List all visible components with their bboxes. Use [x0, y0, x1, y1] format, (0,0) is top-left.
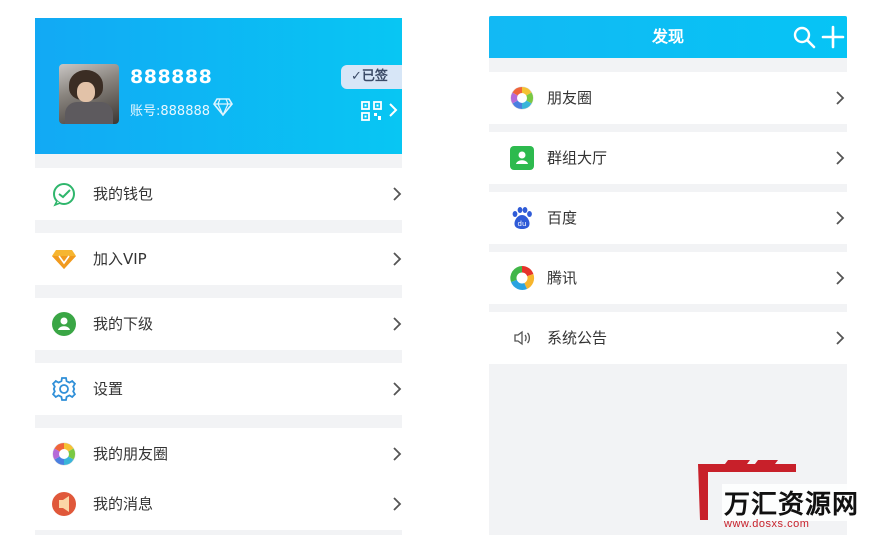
profile-header[interactable]: 888888 账号:888888 ✓已签: [35, 18, 402, 154]
menu-item-label: 加入VIP: [93, 250, 147, 268]
menu-item-label: 我的消息: [93, 495, 154, 513]
qr-code-icon[interactable]: [361, 101, 383, 121]
watermark-name: 万汇资源网: [722, 484, 862, 521]
search-icon[interactable]: [792, 25, 816, 49]
menu-item-label: 设置: [93, 380, 124, 398]
chevron-right-icon: [836, 151, 845, 165]
menu-item-label: 我的朋友圈: [93, 445, 169, 463]
watermark-logo: 万汇资源网 www.dosxs.com: [696, 460, 881, 535]
discover-item-label: 腾讯: [547, 269, 578, 287]
watermark-url: www.dosxs.com: [724, 518, 810, 530]
discover-panel: 发现 朋友圈 群组大厅 du 百度 腾讯 系统公告: [489, 16, 847, 535]
username: 888888: [130, 66, 213, 88]
discover-item-label: 群组大厅: [547, 149, 608, 167]
menu-item-wallet[interactable]: 我的钱包: [35, 168, 402, 220]
chevron-right-icon: [393, 317, 402, 331]
chevron-right-icon[interactable]: [387, 101, 399, 119]
chevron-right-icon: [836, 271, 845, 285]
menu-item-label: 我的下级: [93, 315, 154, 333]
speaker-icon: [514, 330, 531, 346]
discover-item-label: 百度: [547, 209, 578, 227]
menu-item-subordinate[interactable]: 我的下级: [35, 298, 402, 350]
discover-item-announcement[interactable]: 系统公告: [489, 312, 847, 364]
discover-header: 发现: [489, 16, 847, 58]
discover-item-tencent[interactable]: 腾讯: [489, 252, 847, 304]
profile-panel: 888888 账号:888888 ✓已签 我的钱包 加入VIP 我的下级 设置 …: [35, 18, 402, 535]
chevron-right-icon: [836, 91, 845, 105]
chevron-right-icon: [836, 331, 845, 345]
account-id: 账号:888888: [130, 104, 211, 119]
moments-icon: [52, 442, 76, 466]
tencent-news-icon: [510, 265, 535, 290]
wallet-icon: [53, 183, 75, 207]
menu-item-messages[interactable]: 我的消息: [35, 478, 402, 530]
chevron-right-icon: [393, 447, 402, 461]
add-icon[interactable]: [821, 25, 845, 49]
signed-in-badge[interactable]: ✓已签: [341, 65, 402, 89]
menu-item-my-moments[interactable]: 我的朋友圈: [35, 428, 402, 480]
menu-item-label: 我的钱包: [93, 185, 154, 203]
menu-item-vip[interactable]: 加入VIP: [35, 233, 402, 285]
avatar[interactable]: [59, 64, 119, 124]
svg-text:du: du: [518, 220, 527, 228]
gear-icon: [51, 377, 77, 401]
message-icon: [52, 492, 76, 516]
discover-item-group-hall[interactable]: 群组大厅: [489, 132, 847, 184]
group-hall-icon: [510, 146, 534, 170]
vip-diamond-icon: [52, 250, 76, 269]
moments-icon: [510, 86, 534, 110]
menu-item-settings[interactable]: 设置: [35, 363, 402, 415]
chevron-right-icon: [393, 252, 402, 266]
chevron-right-icon: [393, 497, 402, 511]
chevron-right-icon: [836, 211, 845, 225]
discover-item-baidu[interactable]: du 百度: [489, 192, 847, 244]
discover-item-label: 系统公告: [547, 329, 608, 347]
discover-item-moments[interactable]: 朋友圈: [489, 72, 847, 124]
subordinate-icon: [52, 312, 76, 336]
discover-item-label: 朋友圈: [547, 89, 593, 107]
chevron-right-icon: [393, 187, 402, 201]
chevron-right-icon: [393, 382, 402, 396]
baidu-icon: du: [512, 207, 532, 229]
diamond-icon: [213, 98, 233, 116]
